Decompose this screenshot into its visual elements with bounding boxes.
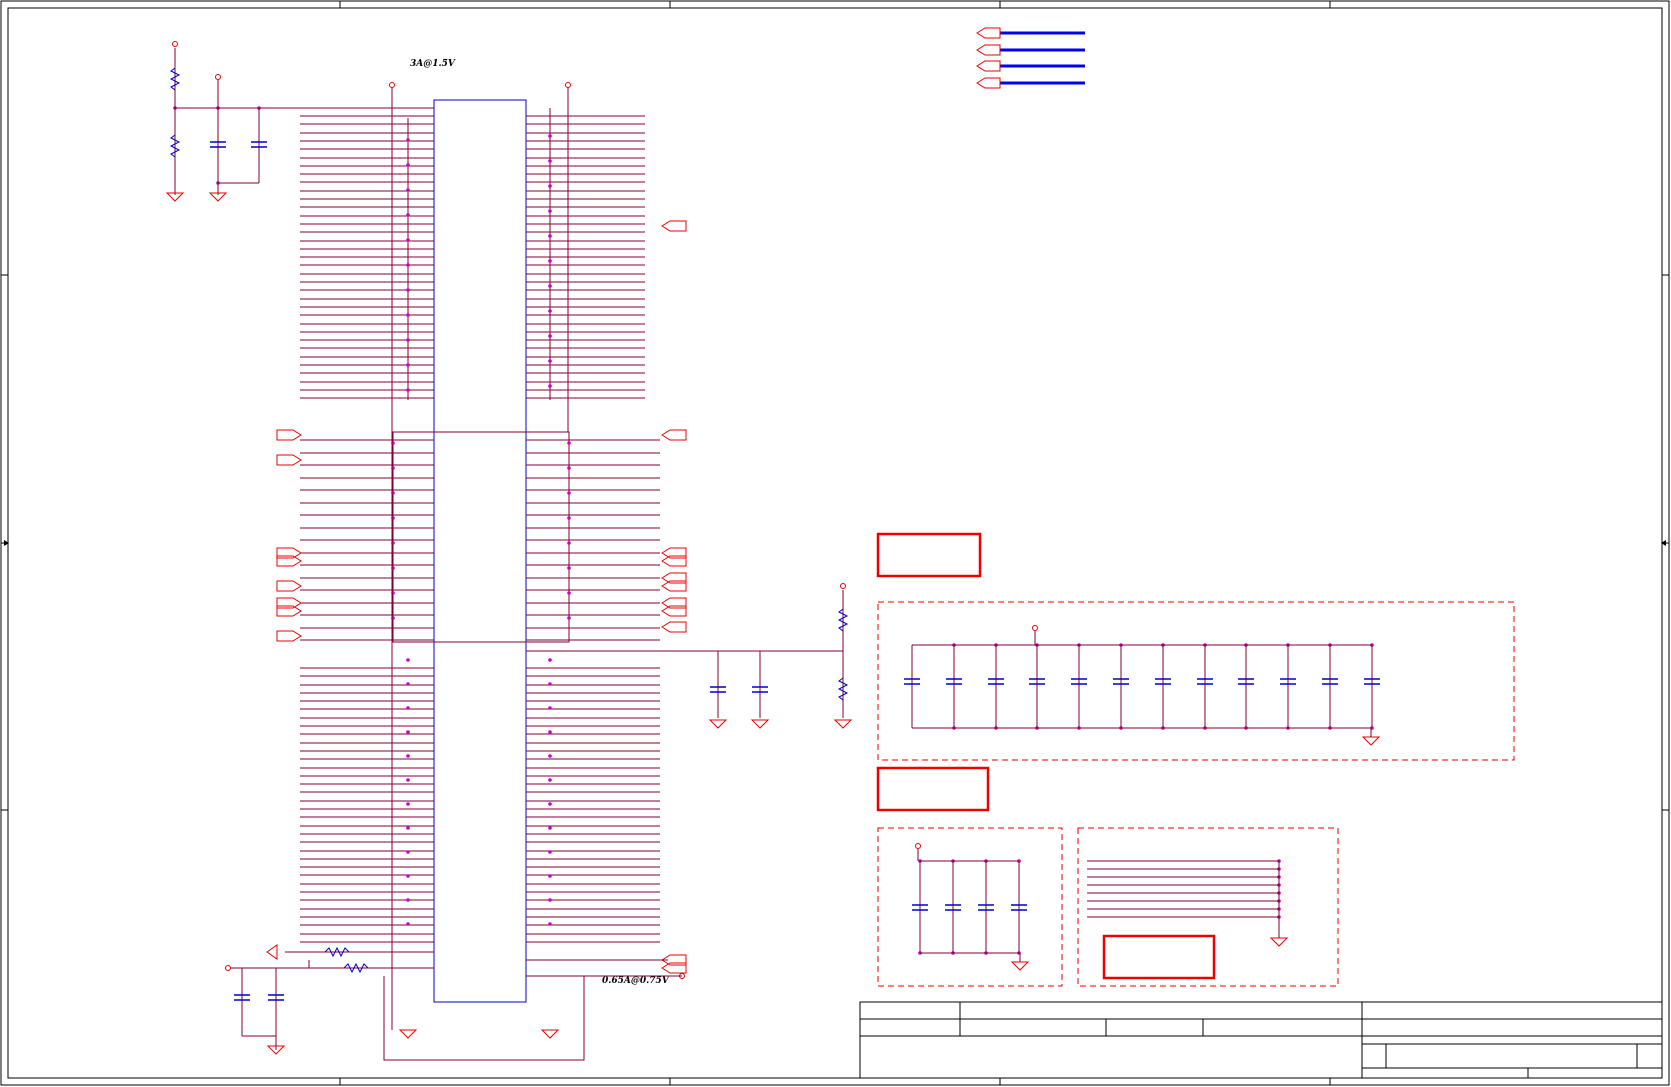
junction-dot bbox=[567, 491, 571, 495]
schematic-sheet: 3A@1.5V 0.65A@0.75V bbox=[0, 0, 1670, 1086]
annotation-boxes bbox=[876, 532, 1216, 980]
top-rail-label: 3A@1.5V bbox=[410, 59, 456, 69]
junction-dot bbox=[406, 658, 410, 662]
junction-dot bbox=[567, 516, 571, 520]
junction-dot bbox=[548, 334, 552, 338]
ground-icon bbox=[708, 719, 728, 729]
ground-icon bbox=[398, 1029, 418, 1039]
junction-dot bbox=[406, 213, 410, 217]
junction-dot bbox=[406, 188, 410, 192]
ground-icon bbox=[1269, 937, 1289, 947]
junction-dot bbox=[406, 388, 410, 392]
decoupling-cap-row bbox=[904, 631, 1380, 737]
junction-dot bbox=[406, 778, 410, 782]
junction-dot bbox=[406, 922, 410, 926]
junction-dot bbox=[406, 874, 410, 878]
junction-dot bbox=[406, 682, 410, 686]
junction-dot bbox=[406, 238, 410, 242]
junction-dot bbox=[567, 541, 571, 545]
bottom-rail-label: 0.65A@0.75V bbox=[602, 976, 670, 986]
junction-dot bbox=[548, 802, 552, 806]
top-bus bbox=[976, 27, 1085, 89]
top-caps bbox=[210, 141, 267, 148]
junction-dot bbox=[548, 134, 552, 138]
junction-dot bbox=[548, 778, 552, 782]
junction-dot bbox=[406, 826, 410, 830]
junction-dot bbox=[548, 184, 552, 188]
junction-dot bbox=[567, 566, 571, 570]
junction-dot bbox=[567, 441, 571, 445]
junction-dot bbox=[406, 338, 410, 342]
vtt-network bbox=[526, 590, 844, 718]
junction-dot bbox=[548, 898, 552, 902]
junction-dot bbox=[406, 706, 410, 710]
bus-lines-group bbox=[1087, 860, 1280, 938]
off-page-connectors bbox=[276, 220, 687, 974]
ground-icon bbox=[1361, 736, 1381, 746]
title-block bbox=[859, 1001, 1663, 1079]
junction-dot bbox=[406, 138, 410, 142]
junction-dot bbox=[406, 850, 410, 854]
connector-icon bbox=[661, 220, 687, 232]
junction-dot bbox=[548, 234, 552, 238]
junction-dot bbox=[406, 363, 410, 367]
junction-dot bbox=[548, 826, 552, 830]
pin-wires bbox=[300, 115, 660, 943]
vref-network-top bbox=[174, 48, 569, 1030]
dashed-groups bbox=[877, 601, 1515, 987]
junction-dot bbox=[548, 658, 552, 662]
junction-dot bbox=[406, 313, 410, 317]
junction-dot bbox=[567, 466, 571, 470]
junction-dot bbox=[548, 384, 552, 388]
small-cap-group bbox=[912, 849, 1027, 962]
junction-dot bbox=[548, 922, 552, 926]
junction-dot bbox=[406, 288, 410, 292]
bottom-left-parts bbox=[234, 946, 369, 1001]
ground-icon bbox=[1010, 961, 1030, 971]
junction-dot bbox=[548, 706, 552, 710]
junction-dot bbox=[548, 159, 552, 163]
junction-dot bbox=[548, 284, 552, 288]
junction-dot bbox=[548, 874, 552, 878]
junction-dot bbox=[548, 850, 552, 854]
junction-dot bbox=[406, 163, 410, 167]
junction-dot bbox=[406, 898, 410, 902]
junction-dot bbox=[548, 259, 552, 263]
junction-dot bbox=[406, 754, 410, 758]
junction-dot bbox=[548, 309, 552, 313]
junction-dot bbox=[548, 730, 552, 734]
junction-dot bbox=[548, 682, 552, 686]
ground-icon bbox=[833, 719, 853, 729]
junction-dot bbox=[567, 591, 571, 595]
main-ic bbox=[383, 99, 585, 1061]
connector-icon bbox=[661, 621, 687, 633]
connector-icon bbox=[276, 454, 302, 466]
sheet-frame bbox=[0, 0, 1670, 1086]
connector-icon bbox=[661, 429, 687, 441]
output-triangle-connector bbox=[266, 944, 278, 960]
connector-icon bbox=[276, 429, 302, 441]
vtt-parts bbox=[710, 608, 849, 701]
junction-dot bbox=[548, 209, 552, 213]
ground-icon bbox=[540, 1029, 560, 1039]
ground-icon bbox=[750, 719, 770, 729]
junction-dot bbox=[548, 359, 552, 363]
connector-icon bbox=[276, 630, 302, 642]
junction-dot bbox=[567, 616, 571, 620]
connector-icon bbox=[276, 580, 302, 592]
junction-dot bbox=[406, 802, 410, 806]
junction-dot bbox=[406, 263, 410, 267]
junction-dot bbox=[406, 730, 410, 734]
junction-dot bbox=[548, 754, 552, 758]
bottom-left-network bbox=[231, 951, 682, 1050]
